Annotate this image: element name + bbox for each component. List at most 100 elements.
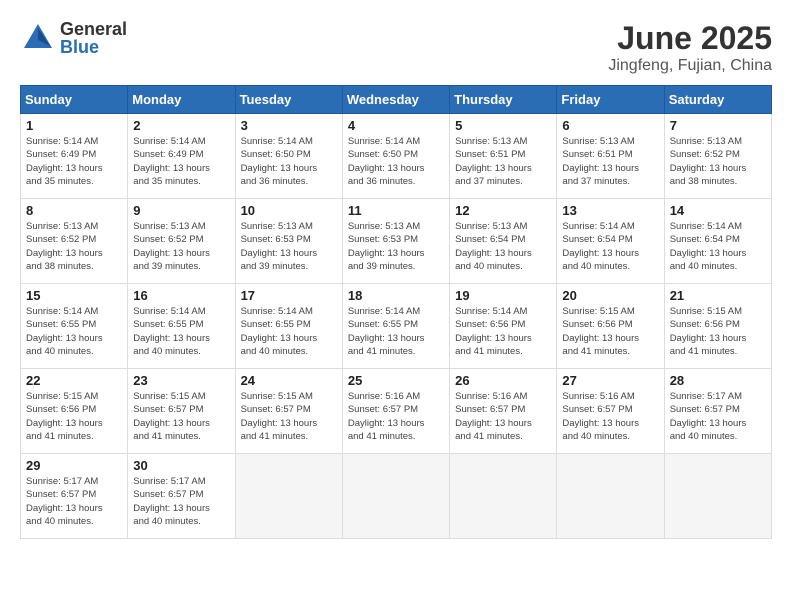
day-number: 29 [26, 458, 122, 473]
day-info: Sunrise: 5:16 AMSunset: 6:57 PMDaylight:… [348, 390, 444, 443]
day-info: Sunrise: 5:15 AMSunset: 6:57 PMDaylight:… [241, 390, 337, 443]
table-row: 26 Sunrise: 5:16 AMSunset: 6:57 PMDaylig… [450, 369, 557, 454]
day-info: Sunrise: 5:16 AMSunset: 6:57 PMDaylight:… [562, 390, 658, 443]
day-info: Sunrise: 5:14 AMSunset: 6:49 PMDaylight:… [26, 135, 122, 188]
table-row: 10 Sunrise: 5:13 AMSunset: 6:53 PMDaylig… [235, 199, 342, 284]
day-info: Sunrise: 5:13 AMSunset: 6:52 PMDaylight:… [670, 135, 766, 188]
day-info: Sunrise: 5:13 AMSunset: 6:51 PMDaylight:… [562, 135, 658, 188]
table-row: 19 Sunrise: 5:14 AMSunset: 6:56 PMDaylig… [450, 284, 557, 369]
day-info: Sunrise: 5:17 AMSunset: 6:57 PMDaylight:… [670, 390, 766, 443]
day-info: Sunrise: 5:13 AMSunset: 6:53 PMDaylight:… [241, 220, 337, 273]
month-title: June 2025 [608, 20, 772, 57]
col-sunday: Sunday [21, 86, 128, 114]
day-info: Sunrise: 5:14 AMSunset: 6:56 PMDaylight:… [455, 305, 551, 358]
day-number: 12 [455, 203, 551, 218]
day-info: Sunrise: 5:15 AMSunset: 6:57 PMDaylight:… [133, 390, 229, 443]
day-number: 3 [241, 118, 337, 133]
day-number: 19 [455, 288, 551, 303]
col-tuesday: Tuesday [235, 86, 342, 114]
day-number: 5 [455, 118, 551, 133]
table-row: 20 Sunrise: 5:15 AMSunset: 6:56 PMDaylig… [557, 284, 664, 369]
table-row: 22 Sunrise: 5:15 AMSunset: 6:56 PMDaylig… [21, 369, 128, 454]
table-row: 4 Sunrise: 5:14 AMSunset: 6:50 PMDayligh… [342, 114, 449, 199]
day-number: 11 [348, 203, 444, 218]
day-info: Sunrise: 5:14 AMSunset: 6:49 PMDaylight:… [133, 135, 229, 188]
table-row: 5 Sunrise: 5:13 AMSunset: 6:51 PMDayligh… [450, 114, 557, 199]
day-info: Sunrise: 5:13 AMSunset: 6:52 PMDaylight:… [26, 220, 122, 273]
day-info: Sunrise: 5:17 AMSunset: 6:57 PMDaylight:… [26, 475, 122, 528]
table-row: 6 Sunrise: 5:13 AMSunset: 6:51 PMDayligh… [557, 114, 664, 199]
table-row: 7 Sunrise: 5:13 AMSunset: 6:52 PMDayligh… [664, 114, 771, 199]
day-number: 15 [26, 288, 122, 303]
page-header: General Blue June 2025 Jingfeng, Fujian,… [20, 20, 772, 75]
day-number: 20 [562, 288, 658, 303]
day-info: Sunrise: 5:14 AMSunset: 6:50 PMDaylight:… [348, 135, 444, 188]
col-monday: Monday [128, 86, 235, 114]
table-row: 3 Sunrise: 5:14 AMSunset: 6:50 PMDayligh… [235, 114, 342, 199]
table-row: 18 Sunrise: 5:14 AMSunset: 6:55 PMDaylig… [342, 284, 449, 369]
table-row: 9 Sunrise: 5:13 AMSunset: 6:52 PMDayligh… [128, 199, 235, 284]
table-row: 11 Sunrise: 5:13 AMSunset: 6:53 PMDaylig… [342, 199, 449, 284]
day-info: Sunrise: 5:14 AMSunset: 6:54 PMDaylight:… [670, 220, 766, 273]
table-row: 15 Sunrise: 5:14 AMSunset: 6:55 PMDaylig… [21, 284, 128, 369]
col-friday: Friday [557, 86, 664, 114]
day-info: Sunrise: 5:16 AMSunset: 6:57 PMDaylight:… [455, 390, 551, 443]
day-number: 4 [348, 118, 444, 133]
day-number: 25 [348, 373, 444, 388]
day-number: 22 [26, 373, 122, 388]
table-row: 13 Sunrise: 5:14 AMSunset: 6:54 PMDaylig… [557, 199, 664, 284]
day-number: 27 [562, 373, 658, 388]
day-number: 24 [241, 373, 337, 388]
logo-general: General [60, 20, 127, 38]
day-info: Sunrise: 5:15 AMSunset: 6:56 PMDaylight:… [670, 305, 766, 358]
day-number: 16 [133, 288, 229, 303]
table-row: 12 Sunrise: 5:13 AMSunset: 6:54 PMDaylig… [450, 199, 557, 284]
table-row: 17 Sunrise: 5:14 AMSunset: 6:55 PMDaylig… [235, 284, 342, 369]
logo-text: General Blue [60, 20, 127, 56]
day-number: 13 [562, 203, 658, 218]
table-row: 24 Sunrise: 5:15 AMSunset: 6:57 PMDaylig… [235, 369, 342, 454]
day-number: 10 [241, 203, 337, 218]
logo: General Blue [20, 20, 127, 56]
logo-icon [20, 20, 56, 56]
day-info: Sunrise: 5:14 AMSunset: 6:55 PMDaylight:… [26, 305, 122, 358]
day-number: 17 [241, 288, 337, 303]
col-wednesday: Wednesday [342, 86, 449, 114]
day-number: 28 [670, 373, 766, 388]
day-number: 23 [133, 373, 229, 388]
logo-blue: Blue [60, 38, 127, 56]
table-row: 1 Sunrise: 5:14 AMSunset: 6:49 PMDayligh… [21, 114, 128, 199]
day-number: 7 [670, 118, 766, 133]
table-row: 8 Sunrise: 5:13 AMSunset: 6:52 PMDayligh… [21, 199, 128, 284]
day-number: 18 [348, 288, 444, 303]
day-number: 1 [26, 118, 122, 133]
table-row [557, 454, 664, 539]
table-row [342, 454, 449, 539]
day-number: 6 [562, 118, 658, 133]
day-info: Sunrise: 5:13 AMSunset: 6:54 PMDaylight:… [455, 220, 551, 273]
day-info: Sunrise: 5:13 AMSunset: 6:53 PMDaylight:… [348, 220, 444, 273]
location-title: Jingfeng, Fujian, China [608, 57, 772, 75]
calendar-header-row: Sunday Monday Tuesday Wednesday Thursday… [21, 86, 772, 114]
table-row: 16 Sunrise: 5:14 AMSunset: 6:55 PMDaylig… [128, 284, 235, 369]
title-block: June 2025 Jingfeng, Fujian, China [608, 20, 772, 75]
day-info: Sunrise: 5:15 AMSunset: 6:56 PMDaylight:… [26, 390, 122, 443]
col-thursday: Thursday [450, 86, 557, 114]
day-info: Sunrise: 5:15 AMSunset: 6:56 PMDaylight:… [562, 305, 658, 358]
day-number: 8 [26, 203, 122, 218]
day-info: Sunrise: 5:13 AMSunset: 6:51 PMDaylight:… [455, 135, 551, 188]
day-number: 26 [455, 373, 551, 388]
day-info: Sunrise: 5:14 AMSunset: 6:55 PMDaylight:… [348, 305, 444, 358]
table-row: 25 Sunrise: 5:16 AMSunset: 6:57 PMDaylig… [342, 369, 449, 454]
day-info: Sunrise: 5:17 AMSunset: 6:57 PMDaylight:… [133, 475, 229, 528]
col-saturday: Saturday [664, 86, 771, 114]
day-info: Sunrise: 5:14 AMSunset: 6:50 PMDaylight:… [241, 135, 337, 188]
table-row: 27 Sunrise: 5:16 AMSunset: 6:57 PMDaylig… [557, 369, 664, 454]
table-row: 29 Sunrise: 5:17 AMSunset: 6:57 PMDaylig… [21, 454, 128, 539]
table-row: 14 Sunrise: 5:14 AMSunset: 6:54 PMDaylig… [664, 199, 771, 284]
table-row: 30 Sunrise: 5:17 AMSunset: 6:57 PMDaylig… [128, 454, 235, 539]
day-number: 2 [133, 118, 229, 133]
day-number: 21 [670, 288, 766, 303]
day-info: Sunrise: 5:14 AMSunset: 6:55 PMDaylight:… [241, 305, 337, 358]
day-info: Sunrise: 5:14 AMSunset: 6:55 PMDaylight:… [133, 305, 229, 358]
